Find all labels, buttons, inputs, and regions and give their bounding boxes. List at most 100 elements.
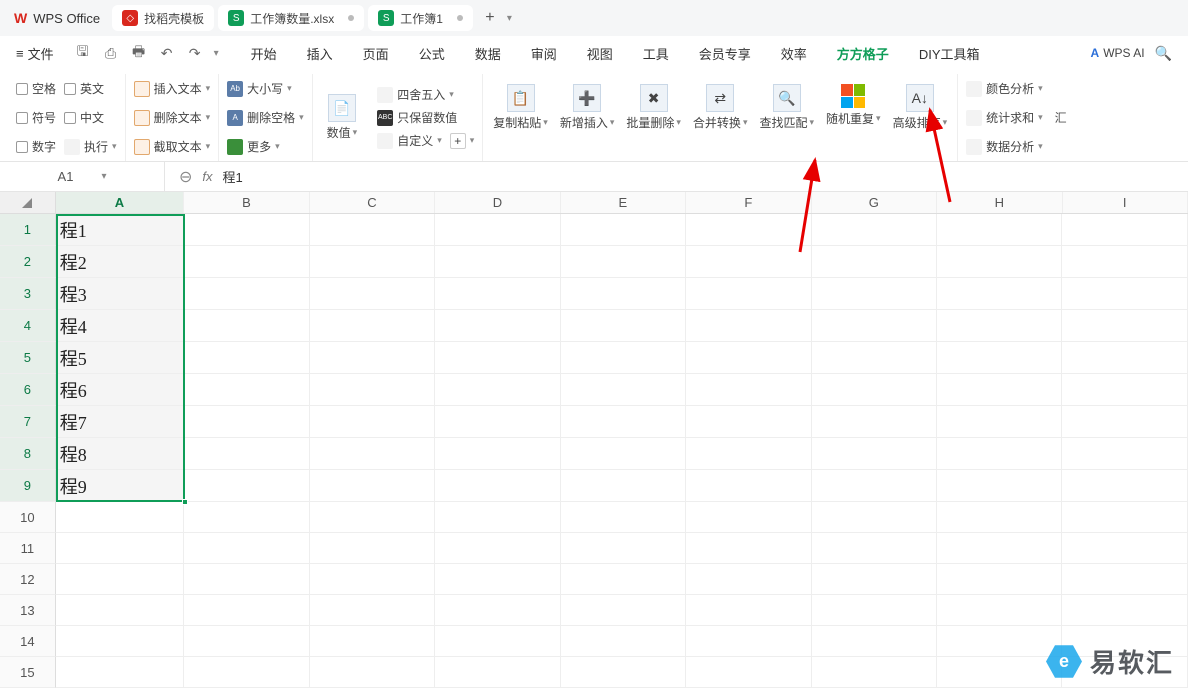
cell[interactable] bbox=[1062, 438, 1187, 470]
cell[interactable] bbox=[686, 438, 811, 470]
colhead-E[interactable]: E bbox=[561, 192, 686, 213]
cell[interactable] bbox=[1062, 406, 1187, 438]
stat-sum[interactable]: 统计求和▾ bbox=[966, 109, 1043, 126]
print-icon[interactable]: 🖶 bbox=[130, 44, 148, 62]
colhead-F[interactable]: F bbox=[686, 192, 811, 213]
cell[interactable] bbox=[310, 342, 435, 374]
extract-text[interactable]: 截取文本▾ bbox=[134, 138, 211, 155]
cell[interactable] bbox=[561, 310, 686, 342]
rowhead[interactable]: 7 bbox=[0, 406, 56, 438]
cell[interactable] bbox=[812, 595, 937, 626]
check-chinese[interactable]: 中文 bbox=[64, 109, 104, 126]
tab-start[interactable]: 开始 bbox=[245, 40, 283, 67]
cell[interactable] bbox=[310, 564, 435, 595]
tab-member[interactable]: 会员专享 bbox=[693, 40, 757, 67]
color-analysis[interactable]: 颜色分析▾ bbox=[966, 80, 1043, 97]
cell[interactable] bbox=[812, 342, 937, 374]
colhead-H[interactable]: H bbox=[937, 192, 1062, 213]
cell[interactable]: 程7 bbox=[56, 406, 184, 438]
cell[interactable] bbox=[937, 374, 1062, 406]
selection-handle[interactable] bbox=[182, 499, 188, 505]
cell[interactable] bbox=[686, 342, 811, 374]
check-symbol[interactable]: 符号 bbox=[16, 109, 56, 126]
advanced-sort-button[interactable]: A↓高级排序▾ bbox=[887, 80, 954, 135]
cell[interactable] bbox=[1062, 342, 1187, 374]
colhead-I[interactable]: I bbox=[1063, 192, 1188, 213]
cell[interactable] bbox=[1062, 564, 1187, 595]
rowhead[interactable]: 15 bbox=[0, 657, 56, 688]
fx-icon[interactable]: fx bbox=[202, 169, 212, 184]
save-icon[interactable]: 🖫 bbox=[74, 44, 92, 62]
case-button[interactable]: Ab大小写▾ bbox=[227, 80, 304, 97]
cell[interactable] bbox=[435, 626, 560, 657]
rowhead[interactable]: 6 bbox=[0, 374, 56, 406]
cell[interactable] bbox=[686, 657, 811, 688]
cell[interactable] bbox=[561, 278, 686, 310]
cell[interactable] bbox=[937, 438, 1062, 470]
cell[interactable] bbox=[184, 438, 309, 470]
tab-workbook-1[interactable]: S 工作簿数量.xlsx bbox=[218, 5, 364, 31]
cell[interactable]: 程1 bbox=[56, 214, 184, 246]
random-repeat-button[interactable]: 随机重复▾ bbox=[820, 80, 887, 131]
cell[interactable] bbox=[686, 278, 811, 310]
qat-chevron-icon[interactable]: ▾ bbox=[214, 48, 219, 59]
cell[interactable] bbox=[561, 470, 686, 502]
cell[interactable] bbox=[812, 657, 937, 688]
cell[interactable] bbox=[1062, 595, 1187, 626]
cell[interactable] bbox=[812, 626, 937, 657]
cell[interactable] bbox=[812, 533, 937, 564]
cell[interactable] bbox=[435, 342, 560, 374]
cell[interactable] bbox=[561, 406, 686, 438]
cell[interactable] bbox=[1062, 246, 1187, 278]
cell[interactable] bbox=[812, 374, 937, 406]
cell[interactable] bbox=[184, 278, 309, 310]
colhead-G[interactable]: G bbox=[812, 192, 937, 213]
cell[interactable] bbox=[310, 374, 435, 406]
cell[interactable] bbox=[686, 470, 811, 502]
cell[interactable] bbox=[184, 502, 309, 533]
cell[interactable] bbox=[561, 657, 686, 688]
cell[interactable] bbox=[937, 657, 1062, 688]
tab-insert[interactable]: 插入 bbox=[301, 40, 339, 67]
cell[interactable] bbox=[937, 470, 1062, 502]
cell[interactable] bbox=[1062, 278, 1187, 310]
find-match-button[interactable]: 🔍查找匹配▾ bbox=[753, 80, 820, 135]
cell[interactable] bbox=[812, 406, 937, 438]
cell[interactable] bbox=[435, 657, 560, 688]
rowhead[interactable]: 8 bbox=[0, 438, 56, 470]
tab-tools[interactable]: 工具 bbox=[637, 40, 675, 67]
add-insert-button[interactable]: ➕新增插入▾ bbox=[554, 80, 621, 135]
cell[interactable] bbox=[435, 374, 560, 406]
select-all-corner[interactable] bbox=[0, 192, 56, 213]
cell[interactable] bbox=[184, 564, 309, 595]
cell[interactable] bbox=[686, 214, 811, 246]
cell[interactable] bbox=[561, 438, 686, 470]
tab-review[interactable]: 审阅 bbox=[525, 40, 563, 67]
cell[interactable] bbox=[184, 310, 309, 342]
print-preview-icon[interactable]: ⎙ bbox=[102, 44, 120, 62]
colhead-D[interactable]: D bbox=[435, 192, 560, 213]
insert-text[interactable]: 插入文本▾ bbox=[134, 80, 211, 97]
cell[interactable] bbox=[812, 278, 937, 310]
cell[interactable] bbox=[184, 657, 309, 688]
cell[interactable]: 程2 bbox=[56, 246, 184, 278]
check-space[interactable]: 空格 bbox=[16, 80, 56, 97]
cell[interactable] bbox=[184, 246, 309, 278]
cell[interactable] bbox=[561, 533, 686, 564]
cell[interactable] bbox=[184, 470, 309, 502]
cell[interactable] bbox=[561, 595, 686, 626]
cell[interactable] bbox=[435, 438, 560, 470]
cell[interactable] bbox=[561, 342, 686, 374]
data-analysis[interactable]: 数据分析▾ bbox=[966, 138, 1043, 155]
cell[interactable] bbox=[56, 564, 184, 595]
cell[interactable] bbox=[435, 564, 560, 595]
rowhead[interactable]: 12 bbox=[0, 564, 56, 595]
cell[interactable] bbox=[686, 564, 811, 595]
cell[interactable] bbox=[56, 502, 184, 533]
tab-efficiency[interactable]: 效率 bbox=[775, 40, 813, 67]
cell[interactable]: 程3 bbox=[56, 278, 184, 310]
merge-convert-button[interactable]: ⇄合并转换▾ bbox=[687, 80, 754, 135]
menu-file[interactable]: ≡ 文件 bbox=[8, 40, 62, 67]
copy-paste-button[interactable]: 📋复制粘贴▾ bbox=[487, 80, 554, 135]
cell[interactable] bbox=[812, 438, 937, 470]
